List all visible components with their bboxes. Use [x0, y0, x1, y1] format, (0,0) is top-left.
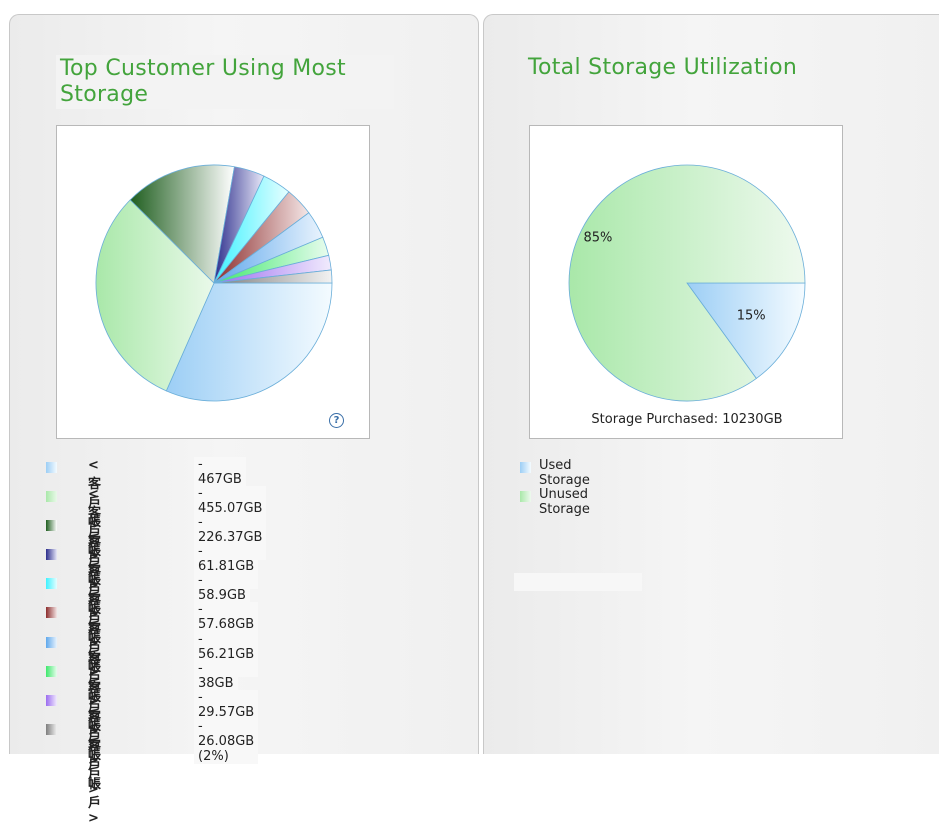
legend-swatch [46, 607, 57, 619]
storage-legend-label: Used Storage [539, 458, 590, 488]
legend-swatch [46, 462, 57, 473]
legend-swatch [520, 462, 531, 473]
legend-swatch [46, 578, 57, 590]
storage-percent-label: 85% [583, 231, 612, 246]
legend-swatch [46, 549, 57, 561]
legend-swatch [46, 491, 57, 503]
customer-usage-value: - 26.08GB (2%) [194, 718, 259, 764]
top-customers-title: Top Customer Using Most Storage [56, 55, 394, 109]
legend-swatch [46, 694, 57, 706]
storage-legend-label: Unused Storage [539, 487, 590, 517]
storage-utilization-panel: Total Storage Utilization 15% 85% Storage… [483, 14, 939, 754]
customer-label: <客戶帳戶> [88, 719, 102, 826]
legend-swatch [46, 636, 57, 648]
storage-utilization-chart: 15% 85% Storage Purchased: 10230GB [529, 125, 843, 439]
storage-utilization-pie-svg: 15% 85% [568, 164, 806, 402]
top-customers-chart: ? [56, 125, 370, 439]
top-customers-pie-svg [95, 164, 333, 402]
top-customers-panel: Top Customer Using Most Storage ? <客戶帳戶>… [9, 14, 479, 826]
legend-swatch [46, 723, 57, 735]
storage-percent-label: 15% [737, 309, 766, 324]
storage-purchased-label: Storage Purchased: 10230GB [591, 412, 783, 427]
legend-swatch [46, 665, 57, 677]
blank-bar [514, 573, 642, 591]
legend-swatch [520, 491, 531, 502]
storage-utilization-title: Total Storage Utilization [528, 55, 798, 80]
legend-swatch [46, 520, 57, 532]
question-circle-icon[interactable]: ? [329, 413, 344, 428]
